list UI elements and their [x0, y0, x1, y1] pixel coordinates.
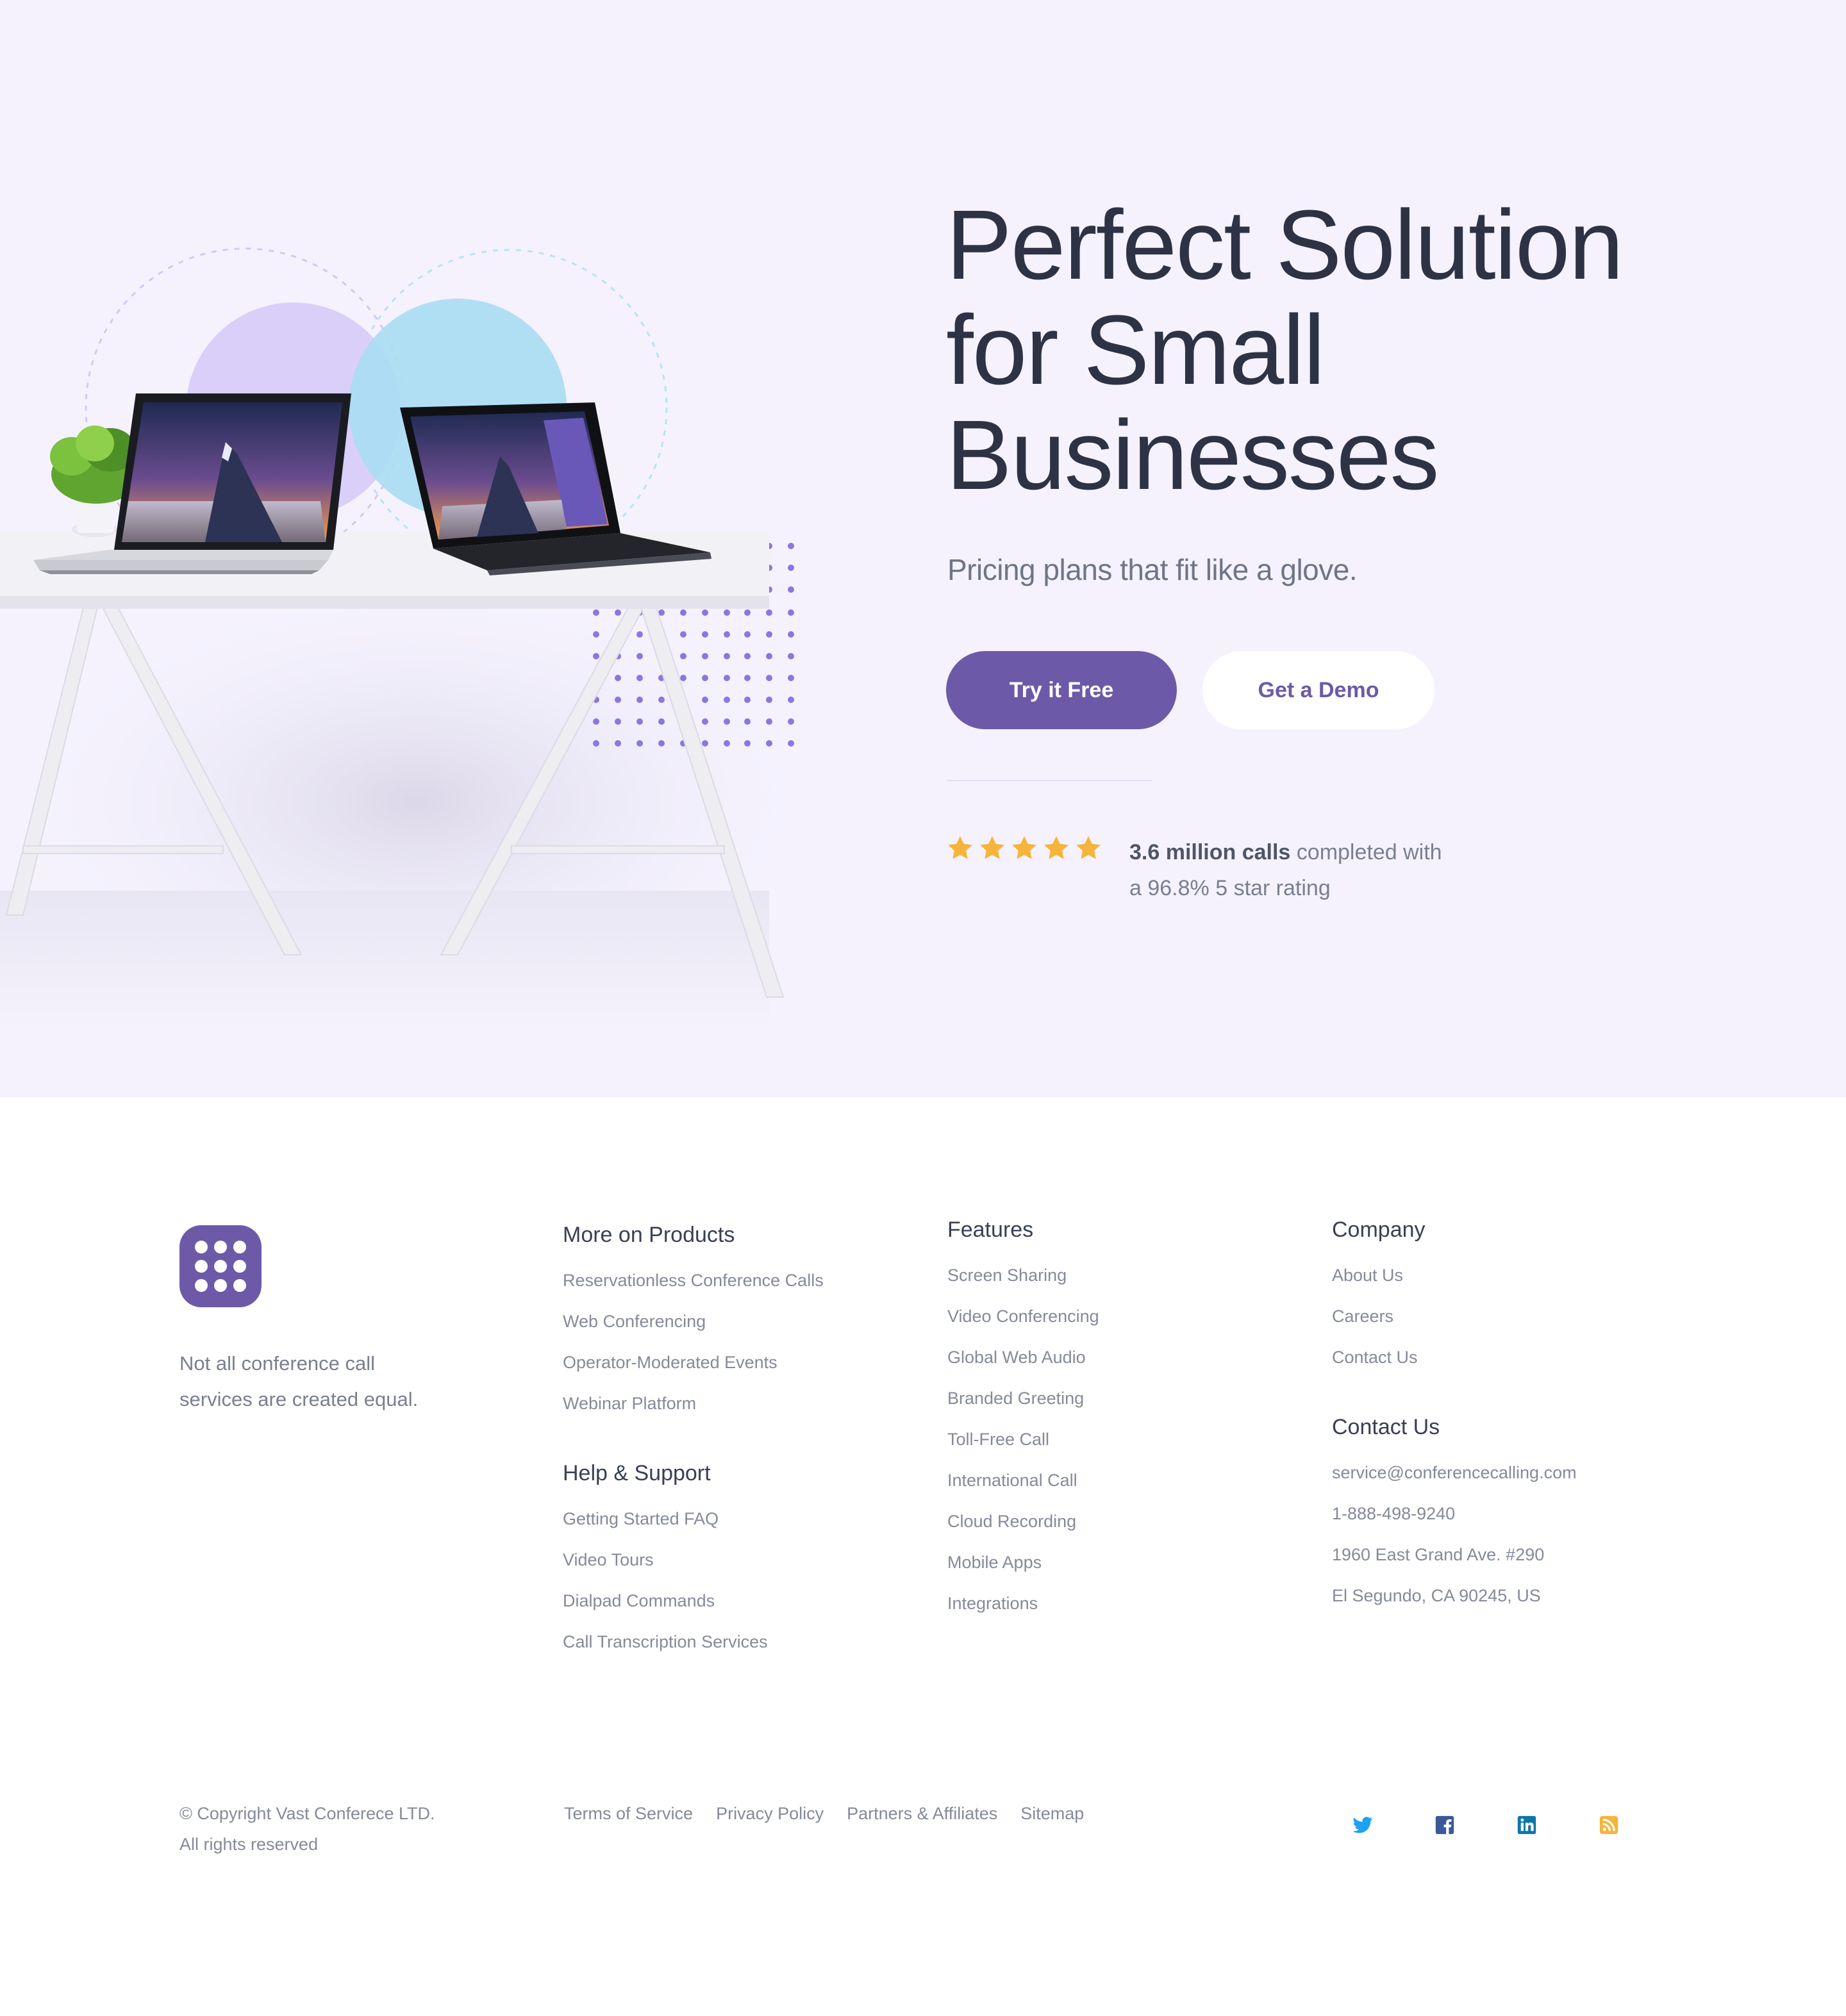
- products-link[interactable]: Reservationless Conference Calls: [563, 1268, 824, 1309]
- contact-email[interactable]: service@conferencecalling.com: [1332, 1460, 1577, 1501]
- company-link[interactable]: Careers: [1332, 1303, 1426, 1344]
- features-link[interactable]: Toll-Free Call: [947, 1426, 1099, 1467]
- tagline-line-1: Not all conference call: [179, 1352, 375, 1375]
- try-it-free-button[interactable]: Try it Free: [946, 651, 1177, 729]
- products-link[interactable]: Web Conferencing: [563, 1309, 824, 1350]
- star-icon: [980, 836, 1004, 859]
- rating-text-line-2: a 96.8% 5 star rating: [1129, 876, 1331, 900]
- facebook-icon: [1435, 1815, 1454, 1835]
- rating-highlight: 3.6 million calls: [1129, 840, 1291, 864]
- help-link[interactable]: Getting Started FAQ: [563, 1506, 768, 1547]
- terms-link[interactable]: Terms of Service: [564, 1798, 693, 1829]
- hero-divider: [947, 780, 1152, 781]
- contact-address-line: El Segundo, CA 90245, US: [1332, 1586, 1541, 1605]
- company-link[interactable]: About Us: [1332, 1262, 1426, 1303]
- help-link[interactable]: Dialpad Commands: [563, 1588, 768, 1629]
- rating-text: 3.6 million calls completed with a 96.8%…: [1129, 834, 1540, 906]
- company-title: Company: [1332, 1218, 1426, 1242]
- products-title: More on Products: [563, 1223, 735, 1247]
- copyright-line-1: © Copyright Vast Conferece LTD.: [179, 1804, 435, 1823]
- features-link[interactable]: International Call: [947, 1467, 1099, 1508]
- features-link[interactable]: Branded Greeting: [947, 1385, 1099, 1426]
- company-link[interactable]: Contact Us: [1332, 1344, 1426, 1385]
- hero-title: Perfect Solution for Small Businesses: [946, 192, 1702, 508]
- sitemap-link[interactable]: Sitemap: [1020, 1798, 1084, 1829]
- hero-title-line-2: for Small: [946, 295, 1326, 405]
- features-link[interactable]: Global Web Audio: [947, 1344, 1099, 1385]
- help-column: Help & Support Getting Started FAQ Video…: [563, 1461, 768, 1670]
- features-column: Features Screen Sharing Video Conferenci…: [947, 1218, 1099, 1632]
- rating-text-rest: completed with: [1290, 840, 1442, 864]
- privacy-link[interactable]: Privacy Policy: [716, 1798, 824, 1829]
- tagline-line-2: services are created equal.: [179, 1388, 419, 1410]
- hero-title-line-1: Perfect Solution: [946, 190, 1624, 300]
- features-link[interactable]: Screen Sharing: [947, 1262, 1099, 1303]
- get-a-demo-button[interactable]: Get a Demo: [1202, 651, 1434, 729]
- linkedin-button[interactable]: [1496, 1794, 1558, 1856]
- products-link[interactable]: Operator-Moderated Events: [563, 1350, 824, 1391]
- company-column: Company About Us Careers Contact Us: [1332, 1218, 1426, 1385]
- rss-icon: [1599, 1815, 1618, 1835]
- hero-title-line-3: Businesses: [946, 400, 1440, 510]
- hero-subtitle: Pricing plans that fit like a glove.: [947, 553, 1358, 586]
- contact-title: Contact Us: [1332, 1415, 1440, 1439]
- star-icon: [1044, 836, 1069, 859]
- features-link[interactable]: Video Conferencing: [947, 1303, 1099, 1344]
- star-icon: [1076, 836, 1101, 859]
- contact-column: Contact Us service@conferencecalling.com…: [1332, 1415, 1577, 1624]
- footer-tagline: Not all conference call services are cre…: [179, 1346, 449, 1417]
- hero-illustration: [0, 0, 923, 1097]
- contact-address-line: 1960 East Grand Ave. #290: [1332, 1545, 1545, 1564]
- products-column: More on Products Reservationless Confere…: [563, 1223, 824, 1432]
- copyright: © Copyright Vast Conferece LTD. All righ…: [179, 1798, 435, 1860]
- partners-link[interactable]: Partners & Affiliates: [847, 1798, 997, 1829]
- twitter-button[interactable]: [1332, 1794, 1393, 1856]
- help-link[interactable]: Video Tours: [563, 1547, 768, 1588]
- twitter-icon: [1352, 1817, 1373, 1833]
- linkedin-icon: [1517, 1815, 1536, 1835]
- facebook-button[interactable]: [1414, 1794, 1476, 1856]
- hero-section: Perfect Solution for Small Businesses Pr…: [0, 0, 1846, 1097]
- star-icon: [948, 836, 972, 859]
- keypad-icon[interactable]: [179, 1225, 262, 1307]
- features-title: Features: [947, 1218, 1034, 1242]
- contact-phone[interactable]: 1-888-498-9240: [1332, 1501, 1577, 1542]
- help-link[interactable]: Call Transcription Services: [563, 1629, 768, 1670]
- help-title: Help & Support: [563, 1461, 711, 1485]
- star-icon: [1012, 836, 1036, 859]
- features-link[interactable]: Integrations: [947, 1590, 1099, 1632]
- features-link[interactable]: Mobile Apps: [947, 1549, 1099, 1590]
- features-link[interactable]: Cloud Recording: [947, 1508, 1099, 1549]
- products-link[interactable]: Webinar Platform: [563, 1391, 824, 1432]
- rss-button[interactable]: [1578, 1794, 1640, 1856]
- legal-links: Terms of Service Privacy Policy Partners…: [564, 1798, 1084, 1829]
- rating-stars: [946, 834, 1102, 863]
- copyright-line-2: All rights reserved: [179, 1835, 319, 1854]
